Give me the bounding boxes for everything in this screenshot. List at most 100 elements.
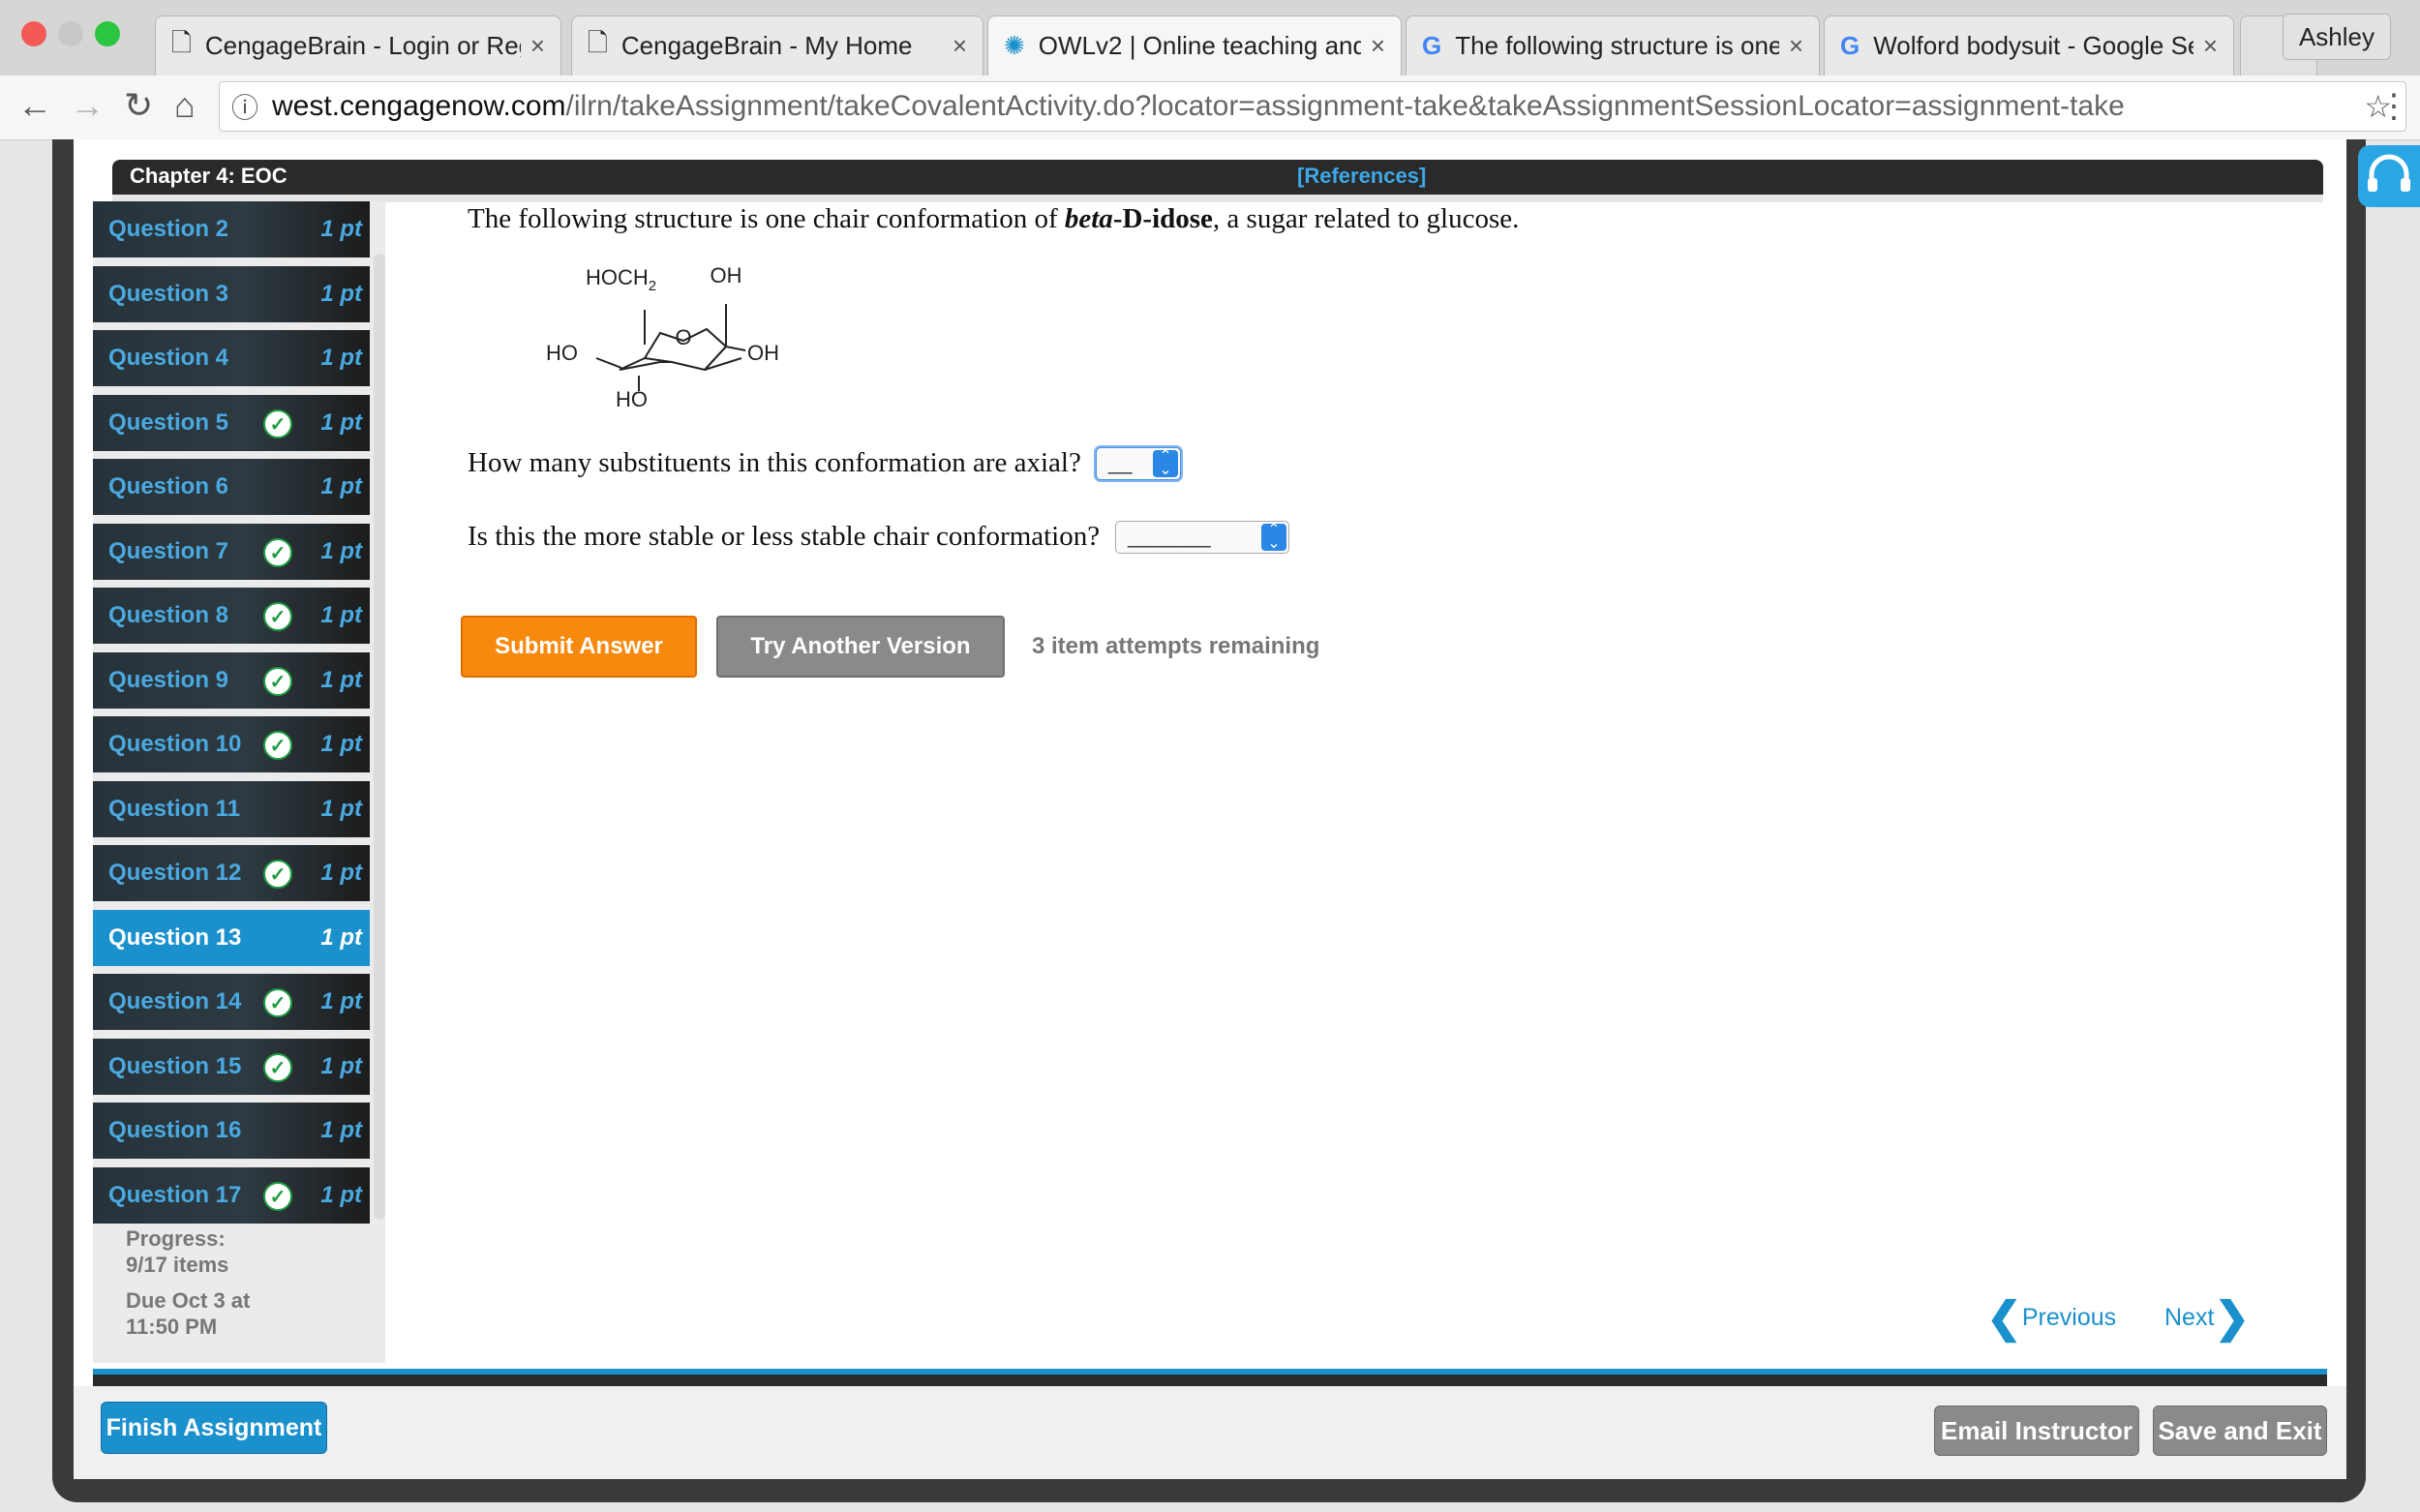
question-label: Question 5 (108, 409, 229, 436)
sidebar-item-question[interactable]: Question 17 ✓ 1 pt (93, 1167, 370, 1224)
sidebar-item-question[interactable]: Question 4 1 pt (93, 330, 370, 386)
oh-top-label: OH (711, 263, 742, 287)
question-points: 1 pt (320, 796, 362, 822)
home-icon[interactable]: ⌂ (174, 85, 196, 126)
finish-assignment-button[interactable]: Finish Assignment (101, 1402, 327, 1454)
stability-select[interactable]: _______ ⌃ ⌄ (1115, 521, 1289, 554)
progress-info: Progress: 9/17 items Due Oct 3 at 11:50 … (126, 1225, 250, 1340)
sidebar-item-question[interactable]: Question 7 ✓ 1 pt (93, 524, 370, 580)
tab-title: CengageBrain - Login or Reg (204, 31, 521, 60)
address-bar[interactable]: ⓘ west.cengagenow.com/ilrn/takeAssignmen… (219, 81, 2406, 132)
submit-answer-button[interactable]: Submit Answer (461, 616, 697, 678)
question-label: Question 6 (108, 473, 229, 499)
question-points: 1 pt (320, 1053, 362, 1079)
attempts-remaining: 3 item attempts remaining (1032, 633, 1320, 659)
tab-title: OWLv2 | Online teaching and (1038, 31, 1361, 60)
chair-conformation-structure: O HOCH2 OH HO OH HO (532, 261, 842, 421)
sidebar-item-question[interactable]: Question 10 ✓ 1 pt (93, 716, 370, 772)
check-circle-icon: ✓ (263, 602, 292, 631)
question-label: Question 8 (108, 602, 229, 628)
headset-icon (2368, 154, 2410, 192)
question-label: Question 15 (108, 1053, 242, 1079)
email-instructor-button[interactable]: Email Instructor (1934, 1406, 2139, 1456)
maximize-window-button[interactable] (95, 21, 120, 46)
check-circle-icon: ✓ (263, 988, 292, 1017)
help-headset-icon[interactable] (2358, 145, 2420, 207)
forward-arrow-icon[interactable]: → (70, 85, 105, 126)
axial-count-select[interactable]: __ ⌃ ⌄ (1096, 447, 1181, 480)
intro-idose: -D-idose (1112, 203, 1213, 234)
check-circle-icon: ✓ (263, 1053, 292, 1082)
reload-icon[interactable]: ↻ (124, 85, 153, 126)
sidebar-item-question[interactable]: Question 12 ✓ 1 pt (93, 845, 370, 901)
question-points: 1 pt (320, 409, 362, 436)
url-path: /ilrn/takeAssignment/takeCovalentActivit… (565, 90, 2125, 122)
browser-tab-2[interactable]: 🗋 CengageBrain - My Home × (571, 15, 983, 76)
previous-link[interactable]: ❮ Previous (1986, 1293, 2116, 1343)
references-link[interactable]: [References] (1297, 164, 1426, 189)
sidebar-item-question[interactable]: Question 13 1 pt (93, 910, 370, 966)
browser-tab-4[interactable]: G The following structure is one × (1406, 15, 1820, 76)
menu-dots-icon[interactable]: ⋮ (2377, 87, 2410, 126)
tab-title: Wolford bodysuit - Google Se (1873, 31, 2193, 60)
question-points: 1 pt (320, 988, 362, 1014)
browser-tab-bar: 🗋 CengageBrain - Login or Reg × 🗋 Cengag… (0, 0, 2420, 76)
stability-value: _______ (1128, 524, 1211, 548)
profile-button[interactable]: Ashley (2282, 14, 2391, 60)
sidebar-item-question[interactable]: Question 5 ✓ 1 pt (93, 395, 370, 451)
sidebar-scrollbar[interactable] (374, 254, 385, 1220)
footer-divider-dark (93, 1375, 2327, 1386)
sidebar-item-question[interactable]: Question 9 ✓ 1 pt (93, 652, 370, 709)
check-circle-icon: ✓ (263, 667, 292, 696)
sidebar-item-question[interactable]: Question 15 ✓ 1 pt (93, 1039, 370, 1095)
chevron-left-icon: ❮ (1986, 1294, 2022, 1342)
question-label: Question 4 (108, 345, 229, 371)
assignment-page (74, 139, 2346, 1479)
question-points: 1 pt (320, 1117, 362, 1143)
sidebar-item-question[interactable]: Question 14 ✓ 1 pt (93, 974, 370, 1030)
question-points: 1 pt (320, 1182, 362, 1208)
google-icon: G (1840, 31, 1860, 60)
progress-label: Progress: (126, 1226, 226, 1251)
close-icon[interactable]: × (1789, 31, 1803, 61)
back-arrow-icon[interactable]: ← (17, 85, 52, 126)
browser-toolbar: ← → ↻ ⌂ ⓘ west.cengagenow.com/ilrn/takeA… (0, 76, 2420, 140)
intro-tail: , a sugar related to glucose. (1212, 203, 1520, 234)
chapter-header: Chapter 4: EOC [References] (112, 160, 2323, 195)
sidebar-item-question[interactable]: Question 8 ✓ 1 pt (93, 588, 370, 644)
intro-beta: beta (1064, 203, 1113, 234)
chapter-title: Chapter 4: EOC (130, 164, 287, 188)
save-and-exit-button[interactable]: Save and Exit (2153, 1406, 2327, 1456)
minimize-window-button[interactable] (58, 21, 83, 46)
browser-tab-5[interactable]: G Wolford bodysuit - Google Se × (1824, 15, 2234, 76)
next-link[interactable]: Next ❯ (2164, 1293, 2250, 1343)
browser-tab-3[interactable]: ✺ OWLv2 | Online teaching and × (987, 15, 1402, 76)
page-icon: 🗋 (588, 27, 608, 57)
oh-right-label: OH (747, 341, 779, 365)
try-another-version-button[interactable]: Try Another Version (716, 616, 1005, 678)
ho-left-label: HO (546, 341, 578, 365)
close-window-button[interactable] (21, 21, 46, 46)
sidebar-item-question[interactable]: Question 16 1 pt (93, 1103, 370, 1159)
browser-tab-1[interactable]: 🗋 CengageBrain - Login or Reg × (155, 15, 561, 76)
question-points: 1 pt (320, 667, 362, 693)
sidebar-item-question[interactable]: Question 11 1 pt (93, 781, 370, 837)
question-points: 1 pt (320, 216, 362, 242)
question-points: 1 pt (320, 731, 362, 757)
sidebar-item-question[interactable]: Question 2 1 pt (93, 201, 370, 257)
due-date-line1: Due Oct 3 at (126, 1288, 251, 1313)
question-label: Question 12 (108, 860, 242, 886)
question-points: 1 pt (320, 281, 362, 307)
close-icon[interactable]: × (530, 31, 545, 61)
question-label: Question 3 (108, 281, 229, 307)
question-points: 1 pt (320, 860, 362, 886)
info-icon[interactable]: ⓘ (231, 87, 258, 126)
question-label: Question 7 (108, 538, 229, 564)
close-icon[interactable]: × (2203, 31, 2218, 61)
close-icon[interactable]: × (953, 31, 967, 61)
sidebar-item-question[interactable]: Question 6 1 pt (93, 459, 370, 515)
tab-title: CengageBrain - My Home (620, 31, 913, 60)
question-points: 1 pt (320, 345, 362, 371)
sidebar-item-question[interactable]: Question 3 1 pt (93, 266, 370, 322)
close-icon[interactable]: × (1371, 31, 1385, 61)
